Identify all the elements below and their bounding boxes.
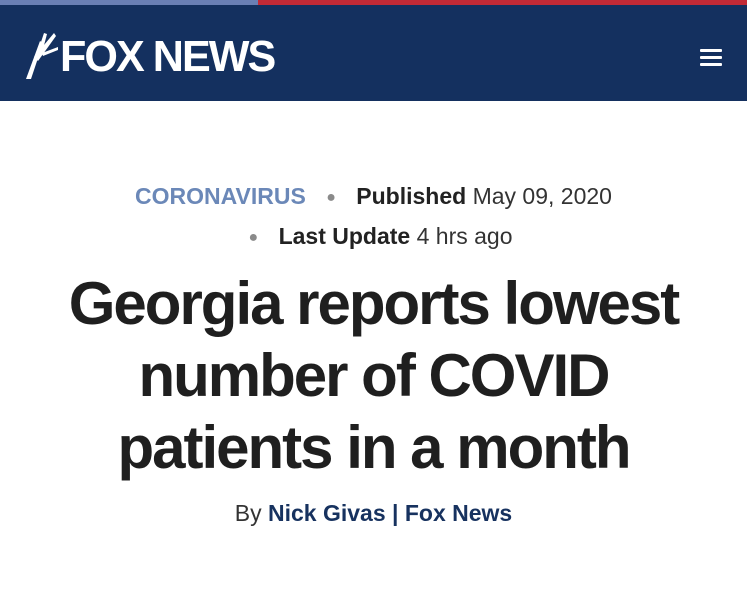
article-byline: By Nick Givas | Fox News xyxy=(0,500,747,527)
fox-news-spotlight-icon xyxy=(26,33,58,79)
menu-icon-bar xyxy=(700,63,722,66)
menu-icon-bar xyxy=(700,56,722,59)
article-meta-updated: ● Last Update 4 hrs ago xyxy=(0,223,747,250)
last-update-value: 4 hrs ago xyxy=(416,223,513,249)
menu-button[interactable] xyxy=(694,43,728,71)
category-link[interactable]: CORONAVIRUS xyxy=(135,183,306,209)
published-date: May 09, 2020 xyxy=(472,183,612,209)
site-header: FOX NEWS xyxy=(0,5,747,101)
published-label: Published xyxy=(356,183,467,209)
meta-separator-dot: ● xyxy=(326,188,336,206)
fox-news-logo[interactable]: FOX NEWS xyxy=(24,29,279,85)
menu-icon-bar xyxy=(700,49,722,52)
byline-separator: | xyxy=(392,500,399,526)
last-update-label: Last Update xyxy=(278,223,411,249)
article-meta-published: CORONAVIRUS ● Published May 09, 2020 xyxy=(0,183,747,210)
logo-text: FOX NEWS xyxy=(60,32,276,81)
article-headline: Georgia reports lowest number of COVID p… xyxy=(68,270,681,481)
byline-prefix: By xyxy=(234,500,262,526)
meta-separator-dot: ● xyxy=(248,228,259,246)
source-link[interactable]: Fox News xyxy=(405,500,512,526)
author-link[interactable]: Nick Givas xyxy=(268,500,386,526)
